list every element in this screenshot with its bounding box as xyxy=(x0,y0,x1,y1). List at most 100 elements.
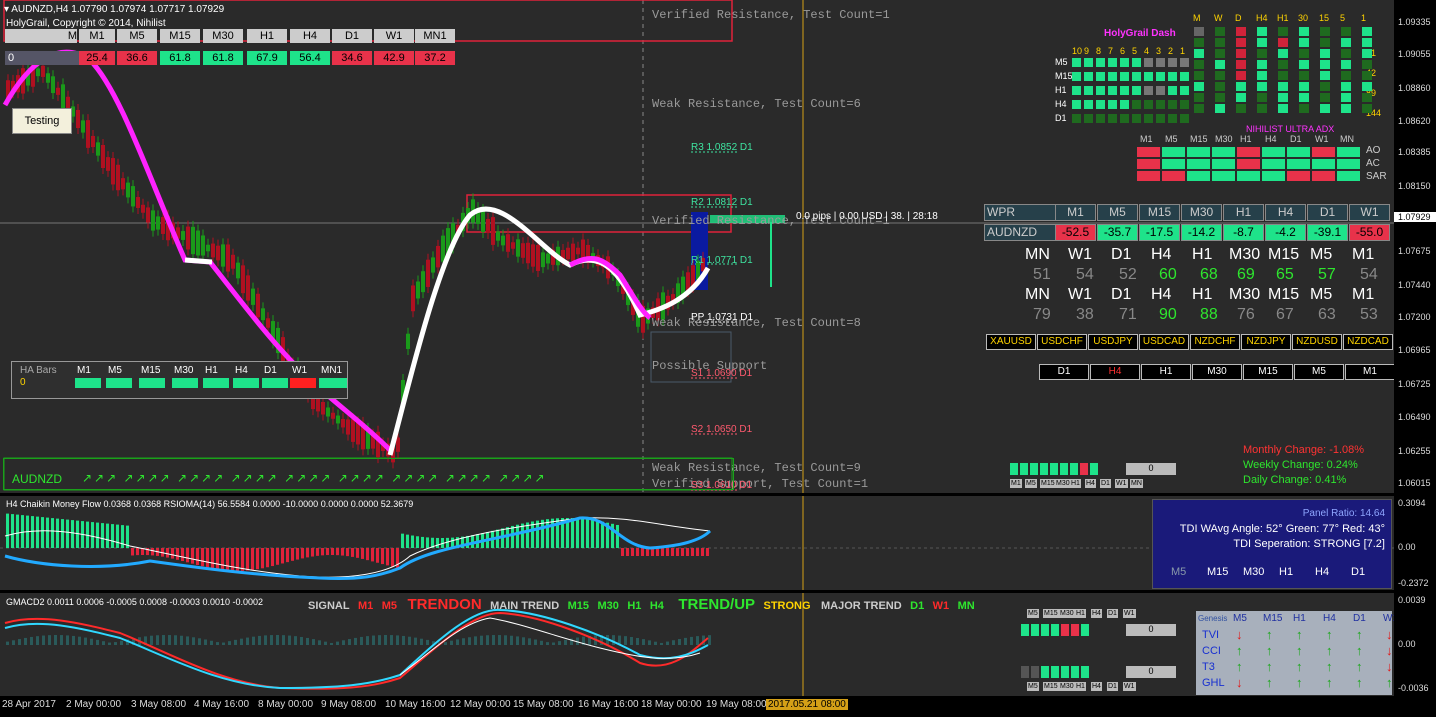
gmacd-bar xyxy=(366,636,369,645)
pair-button[interactable]: USDCAD xyxy=(1139,334,1189,350)
mini-bar xyxy=(1090,463,1098,475)
pair-button[interactable]: NZDJPY xyxy=(1241,334,1291,350)
genesis-tf: D1 xyxy=(1353,613,1366,624)
candle xyxy=(331,412,335,419)
pair-button[interactable]: USDJPY xyxy=(1088,334,1138,350)
hg-col-head: D xyxy=(1235,13,1242,23)
gmacd-bar xyxy=(90,638,93,645)
strength-tf: H4 xyxy=(1151,286,1172,303)
main-chart-pane[interactable]: ▾ AUDNZD,H4 1.07790 1.07974 1.07717 1.07… xyxy=(0,0,1394,493)
hg-cell xyxy=(1215,82,1225,91)
wpr-label: M15 xyxy=(1139,204,1180,221)
hg-cell xyxy=(1278,82,1288,91)
cmf-bar xyxy=(541,519,544,548)
gmacd-bar xyxy=(684,637,687,645)
cmf-bar xyxy=(151,548,154,556)
major-mn: MN xyxy=(957,600,975,612)
candle xyxy=(136,197,140,208)
mini-value: 0 xyxy=(1126,463,1176,475)
gmacd-bar xyxy=(378,635,381,645)
pivot-r3: R3 1.0852 D1 xyxy=(691,142,753,153)
pivot-r2: R2 1.0812 D1 xyxy=(691,197,753,208)
candle xyxy=(76,109,80,129)
gmacd-bar xyxy=(690,636,693,645)
pair-button[interactable]: NZDCHF xyxy=(1190,334,1240,350)
gmacd-bar xyxy=(48,635,51,645)
gmacd-bar xyxy=(96,639,99,645)
ha-bars-panel: HA Bars 0 M1 M5 M15 M30 H1 H4 D1 W1 MN1 xyxy=(11,361,348,399)
hg-cell xyxy=(1320,104,1330,113)
hg-cell xyxy=(1120,100,1129,109)
hg-cell xyxy=(1108,86,1117,95)
pair-button[interactable]: NZDUSD xyxy=(1292,334,1342,350)
candle xyxy=(571,243,575,261)
cmf-bar xyxy=(621,548,624,556)
mini-label: MN xyxy=(1130,479,1143,488)
time-tick: 2 May 00:00 xyxy=(66,699,122,710)
price-axis[interactable]: 1.09335 1.09055 1.08860 1.08620 1.08385 1.081… xyxy=(1394,0,1436,493)
candle xyxy=(411,285,415,312)
price-tick: 1.06965 xyxy=(1398,345,1431,355)
hg-cell xyxy=(1236,60,1246,69)
daily-change: Daily Change: 0.41% xyxy=(1243,474,1347,486)
gmacd-bar xyxy=(510,635,513,645)
pair-button[interactable]: XAUUSD xyxy=(986,334,1036,350)
pair-button[interactable]: USDCHF xyxy=(1037,334,1087,350)
gmacd-bar xyxy=(414,637,417,645)
hg-row-label: H4 xyxy=(1055,99,1067,109)
ind2-axis: 0.0039 0.00 -0.0036 xyxy=(1394,593,1436,696)
mini2-label: M5 xyxy=(1027,609,1039,618)
tf-bottom-button[interactable]: M5 xyxy=(1294,364,1344,380)
testing-button[interactable]: Testing xyxy=(12,108,72,134)
candle xyxy=(246,275,250,301)
genesis-tf: H4 xyxy=(1323,613,1336,624)
candle xyxy=(181,231,185,240)
adx-cell xyxy=(1337,159,1360,169)
mini2-bar xyxy=(1031,666,1039,678)
hg-cell xyxy=(1168,114,1177,123)
mini-label: M1 xyxy=(1010,479,1022,488)
hg-cell xyxy=(1257,71,1267,80)
tf-bottom-button[interactable]: H4 xyxy=(1090,364,1140,380)
gmacd-red xyxy=(4,611,709,690)
ha-label: H1 xyxy=(205,365,218,376)
tf-bottom-button[interactable]: M1 xyxy=(1345,364,1394,380)
tf-bottom-button[interactable]: H1 xyxy=(1141,364,1191,380)
candle xyxy=(221,244,225,267)
hg-cell xyxy=(1341,93,1351,102)
tf-bottom-button[interactable]: M30 xyxy=(1192,364,1242,380)
signal-m5: M5 xyxy=(381,600,398,612)
gmacd-pane[interactable]: GMACD2 0.0011 0.0006 -0.0005 0.0008 -0.0… xyxy=(0,593,1394,696)
arrow-down-icon: ↓ xyxy=(1236,675,1243,690)
hg-cell xyxy=(1084,58,1093,67)
adx-cell xyxy=(1337,147,1360,157)
genesis-tf: W1 xyxy=(1383,613,1394,624)
pair-button[interactable]: NZDCAD xyxy=(1343,334,1393,350)
cmf-bar xyxy=(616,524,619,548)
tdi-tf: M5 xyxy=(1171,566,1187,578)
chaikin-rsioma-pane[interactable]: H4 Chaikin Money Flow 0.0368 0.0368 RSIO… xyxy=(0,496,1394,590)
adx-cell xyxy=(1287,159,1310,169)
arrow-up-icon: ↑ xyxy=(1326,675,1333,690)
candle xyxy=(486,218,490,234)
tf-bottom-button[interactable]: D1 xyxy=(1039,364,1089,380)
adx-row-label: AC xyxy=(1366,158,1380,169)
cmf-bar xyxy=(391,548,394,567)
hg-cell xyxy=(1168,72,1177,81)
genesis-row-label: T3 xyxy=(1202,661,1215,673)
tdi-tf: M15 xyxy=(1207,566,1229,578)
tf-bottom-button[interactable]: M15 xyxy=(1243,364,1293,380)
mini-bar xyxy=(1040,463,1048,475)
candle xyxy=(191,226,195,255)
adx-row-label: SAR xyxy=(1366,171,1387,182)
tf-label: H4 xyxy=(290,29,330,43)
candle xyxy=(126,182,130,198)
gmacd-bar xyxy=(288,635,291,645)
cmf-bar xyxy=(261,548,264,569)
gmacd-bar xyxy=(12,640,15,645)
weekly-change: Weekly Change: 0.24% xyxy=(1243,459,1358,471)
adx-cell xyxy=(1312,159,1335,169)
ha-label: H4 xyxy=(235,365,248,376)
gmacd-bar xyxy=(216,642,219,645)
candle xyxy=(416,281,420,299)
